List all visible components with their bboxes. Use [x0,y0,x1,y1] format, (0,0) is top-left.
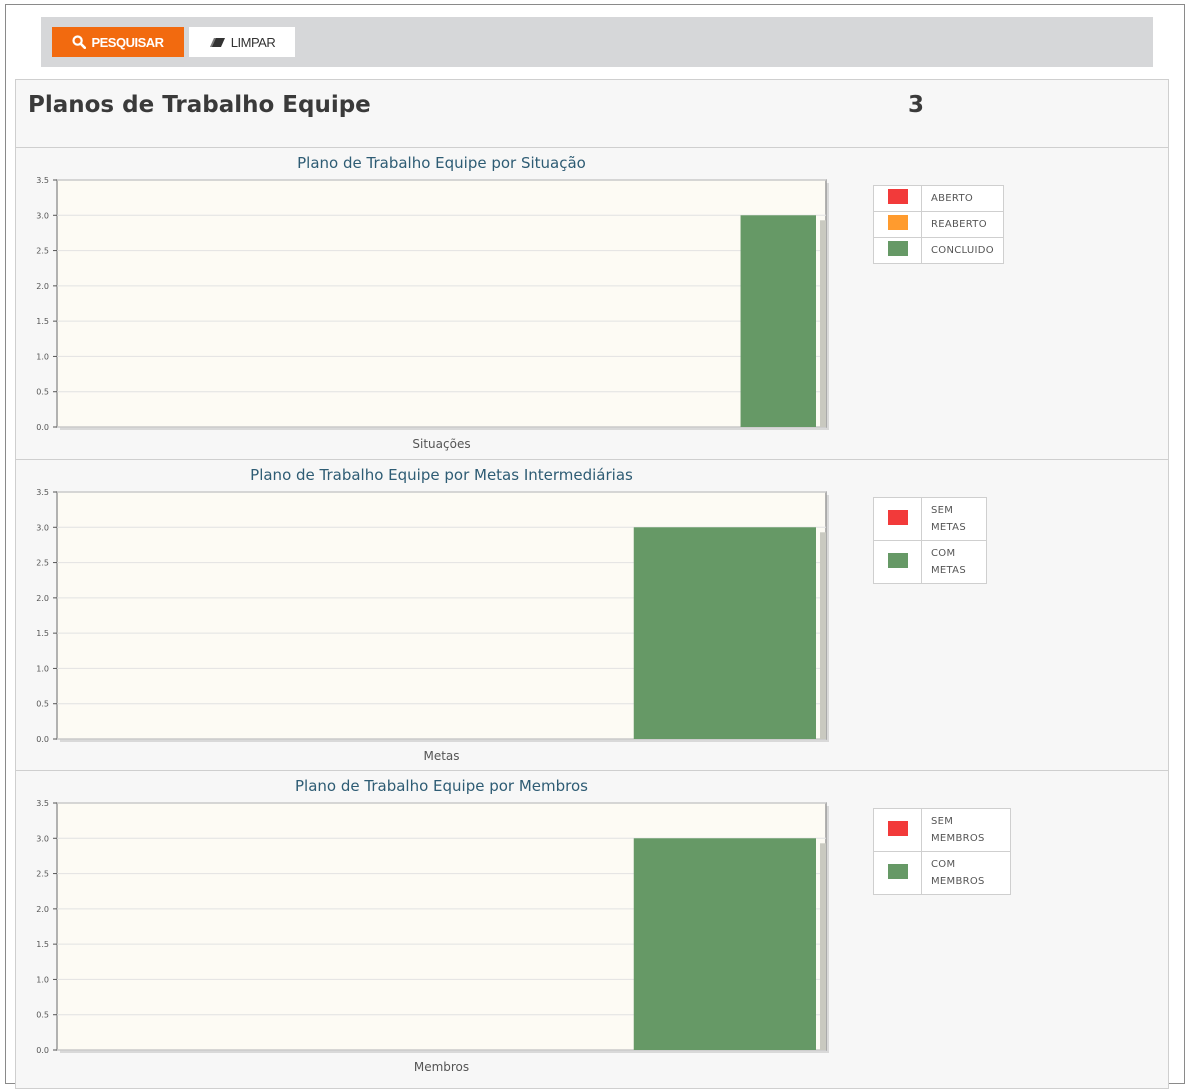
legend-label: ABERTO [921,185,1004,212]
chart-metas-svg: Plano de Trabalho Equipe por Metas Inter… [36,466,829,763]
y-tick-label: 1.0 [36,352,49,361]
search-button-label: PESQUISAR [91,34,164,50]
legend-swatch [887,241,908,256]
legend-label: SEM MEMBROS [921,808,1011,852]
bar-shadow [820,220,826,427]
legend-item: COM METAS [873,540,987,584]
y-tick-label: 2.5 [36,870,49,879]
legend-item: SEM MEMBROS [873,808,1011,852]
plans-panel: Planos de Trabalho Equipe 3 Plano de Tra… [15,79,1169,1089]
legend-item: ABERTO [873,185,1004,212]
legend-item: REABERTO [873,211,1004,238]
y-tick-label: 3.5 [36,799,49,808]
y-tick-label: 3.0 [36,211,49,220]
chart-metas: Plano de Trabalho Equipe por Metas Inter… [16,459,1168,770]
chart-title: Plano de Trabalho Equipe por Membros [295,777,588,795]
plot-area [56,179,827,428]
search-toolbar: PESQUISAR LIMPAR [41,17,1153,67]
legend-swatch [887,509,908,525]
x-axis-label: Membros [414,1060,469,1074]
y-tick-label: 1.5 [36,629,49,638]
legend-item: SEM METAS [873,497,987,541]
chart-situacao-legend: ABERTO REABERTO CONCLUIDO [873,185,1004,264]
x-axis-label: Metas [423,749,459,763]
y-tick-label: 3.0 [36,834,49,843]
y-tick-label: 1.0 [36,664,49,673]
bar-shadow [820,532,826,739]
bar [633,527,816,739]
y-tick-label: 2.5 [36,559,49,568]
y-tick-label: 0.5 [36,388,49,397]
y-tick-label: 2.0 [36,282,49,291]
y-tick-label: 0.5 [36,700,49,709]
y-tick-label: 1.5 [36,940,49,949]
y-tick-label: 1.0 [36,975,49,984]
legend-item: COM MEMBROS [873,851,1011,895]
y-tick-label: 3.5 [36,488,49,497]
y-tick-label: 3.0 [36,523,49,532]
y-tick-label: 2.0 [36,905,49,914]
legend-item: CONCLUIDO [873,237,1004,264]
y-tick-label: 3.5 [36,176,49,185]
legend-label: COM METAS [921,540,987,584]
y-tick-label: 1.5 [36,317,49,326]
y-tick-label: 0.0 [36,1046,49,1055]
legend-label: REABERTO [921,211,1004,238]
legend-swatch [887,820,908,836]
chart-metas-legend: SEM METAS COM METAS [873,497,987,584]
clear-button[interactable]: LIMPAR [189,27,295,57]
chart-situacao: Plano de Trabalho Equipe por Situação 0.0… [16,148,1168,459]
y-tick-label: 0.0 [36,735,49,744]
legend-label: CONCLUIDO [921,237,1004,264]
bar-shadow [820,843,826,1050]
bar [740,215,816,427]
search-icon [72,35,87,49]
legend-swatch [887,863,908,879]
y-tick-label: 0.0 [36,423,49,432]
search-button[interactable]: PESQUISAR [52,27,184,57]
legend-swatch [887,215,908,230]
plans-count: 3 [908,92,925,118]
panel-title: Planos de Trabalho Equipe [28,92,371,118]
legend-swatch [887,552,908,568]
x-axis-label: Situações [412,437,470,451]
clear-button-label: LIMPAR [230,34,276,50]
bar [633,838,816,1050]
chart-title: Plano de Trabalho Equipe por Situação [297,154,586,172]
legend-label: COM MEMBROS [921,851,1011,895]
legend-label: SEM METAS [921,497,987,541]
y-tick-label: 2.0 [36,594,49,603]
y-tick-label: 2.5 [36,247,49,256]
chart-membros-legend: SEM MEMBROS COM MEMBROS [873,808,1011,895]
y-tick-label: 0.5 [36,1011,49,1020]
legend-swatch [887,189,908,204]
panel-header: Planos de Trabalho Equipe 3 [16,80,1168,148]
eraser-icon [209,37,225,47]
chart-membros: Plano de Trabalho Equipe por Membros 0.0 0… [16,770,1168,1090]
chart-title: Plano de Trabalho Equipe por Metas Inter… [250,466,633,484]
